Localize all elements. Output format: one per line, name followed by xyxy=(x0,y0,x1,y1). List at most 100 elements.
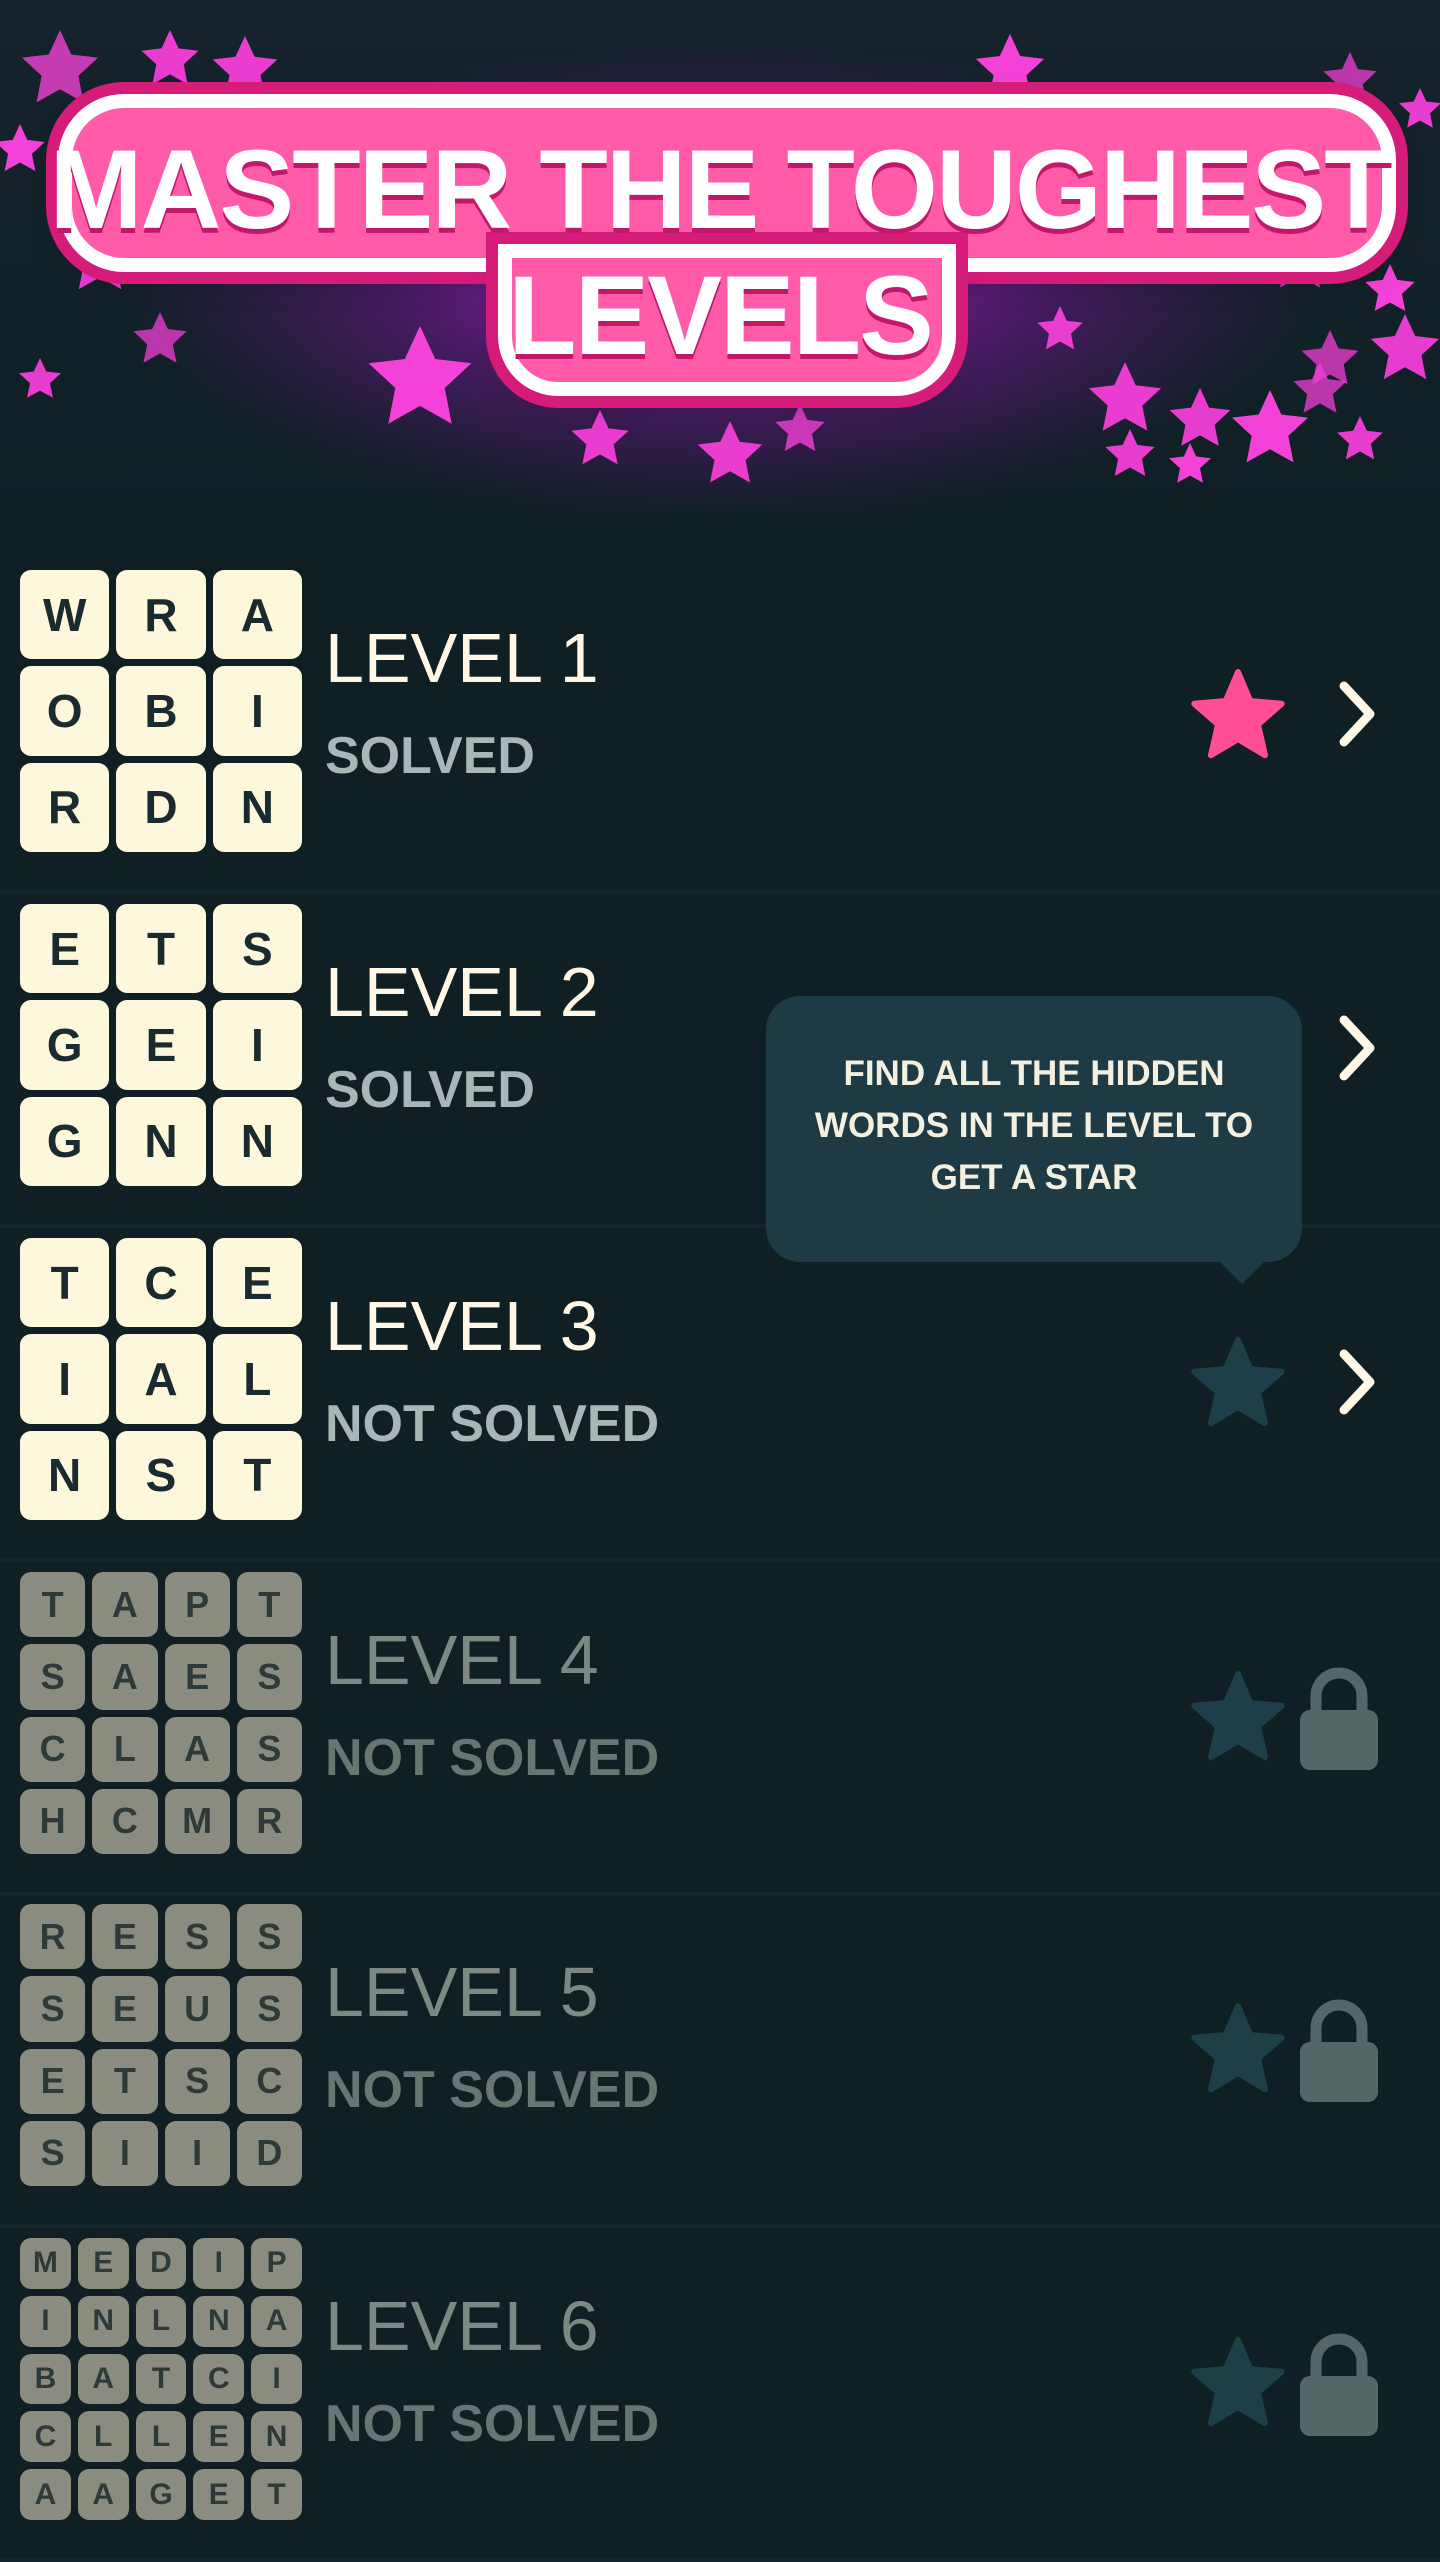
letter-tile: L xyxy=(135,2411,187,2463)
letter-tile: C xyxy=(236,2048,302,2114)
letter-tile: B xyxy=(116,666,206,756)
letter-tile: E xyxy=(116,1000,206,1090)
letter-tile: A xyxy=(92,1644,158,1710)
letter-tile: I xyxy=(92,2120,158,2186)
letter-tile: C xyxy=(20,1716,86,1782)
level-status: NOT SOLVED xyxy=(325,2395,660,2453)
title-line-2: LEVELS xyxy=(508,253,934,378)
decorative-star-icon xyxy=(1399,88,1440,128)
letter-tile: I xyxy=(212,666,302,756)
letter-tile: P xyxy=(164,1572,230,1638)
letter-tile: R xyxy=(20,762,110,852)
letter-tile: L xyxy=(92,1716,158,1782)
decorative-star-icon xyxy=(775,404,825,451)
decorative-star-icon xyxy=(1337,416,1383,460)
level-preview-grid: TAPTSAESCLASHCMR xyxy=(20,1572,302,1854)
level-row-1[interactable]: W R A O B I R D N LEVEL 1 SOLVED xyxy=(0,560,1440,894)
letter-tile: H xyxy=(20,1788,86,1854)
letter-tile: I xyxy=(164,2120,230,2186)
letter-tile: P xyxy=(251,2238,302,2289)
letter-tile: L xyxy=(212,1334,302,1424)
letter-tile: A xyxy=(164,1716,230,1782)
letter-tile: T xyxy=(20,1572,86,1638)
letter-tile: L xyxy=(77,2411,129,2463)
letter-tile: C xyxy=(92,1788,158,1854)
level-preview-grid: ETSGEIGNN xyxy=(20,904,302,1186)
letter-tile: T xyxy=(135,2353,187,2405)
decorative-star-icon xyxy=(212,36,278,98)
letter-tile: E xyxy=(92,1904,158,1970)
letter-tile: G xyxy=(20,1096,110,1186)
decorative-star-icon xyxy=(975,34,1045,100)
letter-tile: A xyxy=(20,2469,71,2520)
level-status: NOT SOLVED xyxy=(325,2061,660,2119)
tooltip-text: FIND ALL THE HIDDEN WORDS IN THE LEVEL T… xyxy=(796,1048,1272,1204)
level-status: NOT SOLVED xyxy=(325,1729,660,1787)
decorative-star-icon xyxy=(697,421,763,483)
letter-tile: N xyxy=(116,1096,206,1186)
letter-tile: E xyxy=(212,1238,302,1328)
level-title: LEVEL 2 xyxy=(325,953,599,1031)
level-status: NOT SOLVED xyxy=(325,1395,660,1453)
chevron-right-icon[interactable] xyxy=(1330,1346,1386,1418)
tooltip-line-1: FIND ALL THE HIDDEN xyxy=(843,1054,1225,1093)
letter-tile: T xyxy=(92,2048,158,2114)
chevron-right-icon[interactable] xyxy=(1330,678,1386,750)
letter-tile: S xyxy=(20,2120,86,2186)
level-preview-grid: WRAOBIRDN xyxy=(20,570,302,852)
letter-tile: L xyxy=(135,2295,187,2347)
decorative-star-icon xyxy=(1232,390,1308,463)
level-preview-grid: MEDIPINLNABATCICLLENAAGET xyxy=(20,2238,302,2520)
letter-tile: G xyxy=(135,2469,187,2520)
letter-tile: A xyxy=(92,1572,158,1638)
letter-tile: E xyxy=(164,1644,230,1710)
star-icon xyxy=(1191,669,1285,759)
letter-tile: A xyxy=(77,2353,129,2405)
level-status: SOLVED xyxy=(325,1061,535,1119)
letter-tile: B xyxy=(20,2353,71,2405)
decorative-star-icon xyxy=(571,410,629,465)
letter-tile: I xyxy=(20,2295,71,2347)
letter-tile: I xyxy=(251,2353,302,2405)
level-preview-grid: TCEIALNST xyxy=(20,1238,302,1520)
letter-tile: R xyxy=(20,1904,86,1970)
decorative-star-icon xyxy=(1323,52,1377,103)
letter-tile: R xyxy=(236,1788,302,1854)
letter-tile: D xyxy=(236,2120,302,2186)
letter-tile: T xyxy=(116,904,206,994)
letter-tile: S xyxy=(164,1904,230,1970)
letter-tile: C xyxy=(116,1238,206,1328)
letter-tile: S xyxy=(164,2048,230,2114)
level-row-5[interactable]: R E S S S E U S E T S C S I I D LEVEL 5 NOT SOLVED xyxy=(0,1894,1440,2228)
letter-tile: O xyxy=(20,666,110,756)
letter-tile: T xyxy=(212,1430,302,1520)
letter-tile: S xyxy=(236,1644,302,1710)
decorative-star-icon xyxy=(141,30,199,85)
letter-tile: A xyxy=(212,570,302,660)
title-line-1: MASTER THE TOUGHEST xyxy=(49,127,1392,252)
letter-tile: T xyxy=(236,1572,302,1638)
decorative-star-icon xyxy=(1169,388,1231,446)
hero-banner-area: MASTER THE TOUGHEST LEVELS xyxy=(0,0,1440,540)
star-icon xyxy=(1191,2337,1285,2427)
chevron-right-icon[interactable] xyxy=(1330,1012,1386,1084)
tooltip-line-3: GET A STAR xyxy=(930,1158,1138,1197)
lock-icon xyxy=(1300,1667,1378,1770)
letter-tile: D xyxy=(116,762,206,852)
letter-tile: S xyxy=(20,1644,86,1710)
letter-tile: E xyxy=(20,2048,86,2114)
letter-tile: E xyxy=(193,2469,245,2520)
level-row-4[interactable]: T A P T S A E S C L A S H C M R LEVEL 4 NOT SOLVED xyxy=(0,1562,1440,1896)
letter-tile: I xyxy=(20,1334,110,1424)
level-row-6[interactable]: M E D I P I N L N A B A T C I C L L E N A A G E T LEVEL 6 NOT SOLV… xyxy=(0,2228,1440,2562)
letter-tile: G xyxy=(20,1000,110,1090)
letter-tile: W xyxy=(20,570,110,660)
level-title: LEVEL 4 xyxy=(325,1621,599,1699)
letter-tile: I xyxy=(212,1000,302,1090)
letter-tile: R xyxy=(116,570,206,660)
letter-tile: S xyxy=(236,1976,302,2042)
letter-tile: N xyxy=(251,2411,302,2463)
level-title: LEVEL 1 xyxy=(325,619,599,697)
letter-tile: S xyxy=(116,1430,206,1520)
letter-tile: D xyxy=(135,2238,187,2289)
